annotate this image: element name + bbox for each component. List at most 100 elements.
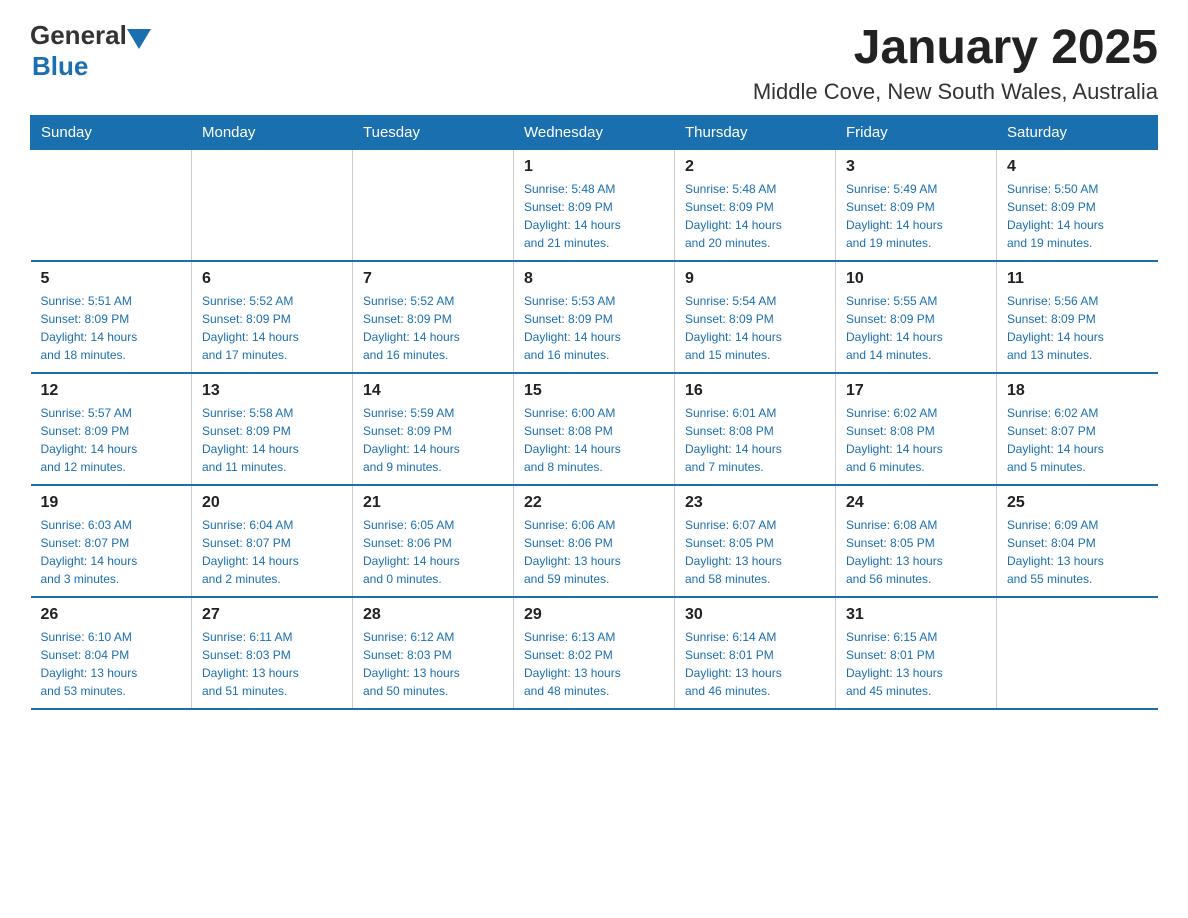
day-number: 15: [524, 382, 664, 400]
calendar-day-24: 24 Sunrise: 6:08 AMSunset: 8:05 PMDayligh…: [836, 485, 997, 597]
day-info: Sunrise: 5:54 AMSunset: 8:09 PMDaylight:…: [685, 292, 825, 364]
day-info: Sunrise: 5:52 AMSunset: 8:09 PMDaylight:…: [363, 292, 503, 364]
calendar-title: January 2025: [753, 20, 1158, 75]
day-info: Sunrise: 5:52 AMSunset: 8:09 PMDaylight:…: [202, 292, 342, 364]
calendar-subtitle: Middle Cove, New South Wales, Australia: [753, 79, 1158, 105]
calendar-day-21: 21 Sunrise: 6:05 AMSunset: 8:06 PMDayligh…: [353, 485, 514, 597]
calendar-day-8: 8 Sunrise: 5:53 AMSunset: 8:09 PMDaylight…: [514, 261, 675, 373]
day-info: Sunrise: 6:03 AMSunset: 8:07 PMDaylight:…: [41, 516, 182, 588]
calendar-day-15: 15 Sunrise: 6:00 AMSunset: 8:08 PMDayligh…: [514, 373, 675, 485]
day-number: 23: [685, 494, 825, 512]
day-number: 16: [685, 382, 825, 400]
day-number: 22: [524, 494, 664, 512]
day-number: 17: [846, 382, 986, 400]
day-info: Sunrise: 5:49 AMSunset: 8:09 PMDaylight:…: [846, 180, 986, 252]
day-info: Sunrise: 5:53 AMSunset: 8:09 PMDaylight:…: [524, 292, 664, 364]
calendar-day-5: 5 Sunrise: 5:51 AMSunset: 8:09 PMDaylight…: [31, 261, 192, 373]
day-number: 27: [202, 606, 342, 624]
logo-blue-text: Blue: [32, 51, 88, 81]
day-number: 13: [202, 382, 342, 400]
calendar-day-13: 13 Sunrise: 5:58 AMSunset: 8:09 PMDayligh…: [192, 373, 353, 485]
calendar-day-7: 7 Sunrise: 5:52 AMSunset: 8:09 PMDaylight…: [353, 261, 514, 373]
day-number: 21: [363, 494, 503, 512]
calendar-day-14: 14Sunrise: 5:59 AMSunset: 8:09 PMDayligh…: [353, 373, 514, 485]
logo-general-text: General: [30, 20, 127, 51]
day-info: Sunrise: 6:01 AMSunset: 8:08 PMDaylight:…: [685, 404, 825, 476]
day-number: 26: [41, 606, 182, 624]
day-info: Sunrise: 5:55 AMSunset: 8:09 PMDaylight:…: [846, 292, 986, 364]
day-number: 8: [524, 270, 664, 288]
weekday-header-sunday: Sunday: [31, 116, 192, 150]
calendar-day-28: 28Sunrise: 6:12 AMSunset: 8:03 PMDayligh…: [353, 597, 514, 709]
day-info: Sunrise: 6:15 AMSunset: 8:01 PMDaylight:…: [846, 628, 986, 700]
day-info: Sunrise: 5:56 AMSunset: 8:09 PMDaylight:…: [1007, 292, 1148, 364]
calendar-day-9: 9 Sunrise: 5:54 AMSunset: 8:09 PMDaylight…: [675, 261, 836, 373]
calendar-day-26: 26Sunrise: 6:10 AMSunset: 8:04 PMDayligh…: [31, 597, 192, 709]
day-info: Sunrise: 5:58 AMSunset: 8:09 PMDaylight:…: [202, 404, 342, 476]
day-info: Sunrise: 5:48 AMSunset: 8:09 PMDaylight:…: [524, 180, 664, 252]
day-info: Sunrise: 6:12 AMSunset: 8:03 PMDaylight:…: [363, 628, 503, 700]
day-number: 9: [685, 270, 825, 288]
day-number: 6: [202, 270, 342, 288]
day-info: Sunrise: 6:02 AMSunset: 8:07 PMDaylight:…: [1007, 404, 1148, 476]
calendar-day-29: 29Sunrise: 6:13 AMSunset: 8:02 PMDayligh…: [514, 597, 675, 709]
weekday-header-wednesday: Wednesday: [514, 116, 675, 150]
day-number: 31: [846, 606, 986, 624]
day-info: Sunrise: 6:06 AMSunset: 8:06 PMDaylight:…: [524, 516, 664, 588]
day-info: Sunrise: 6:02 AMSunset: 8:08 PMDaylight:…: [846, 404, 986, 476]
day-info: Sunrise: 5:51 AMSunset: 8:09 PMDaylight:…: [41, 292, 182, 364]
calendar-day-10: 10 Sunrise: 5:55 AMSunset: 8:09 PMDayligh…: [836, 261, 997, 373]
calendar-day-11: 11 Sunrise: 5:56 AMSunset: 8:09 PMDayligh…: [997, 261, 1158, 373]
weekday-header-thursday: Thursday: [675, 116, 836, 150]
day-info: Sunrise: 6:09 AMSunset: 8:04 PMDaylight:…: [1007, 516, 1148, 588]
weekday-header-tuesday: Tuesday: [353, 116, 514, 150]
calendar-day-31: 31 Sunrise: 6:15 AMSunset: 8:01 PMDayligh…: [836, 597, 997, 709]
calendar-day-6: 6 Sunrise: 5:52 AMSunset: 8:09 PMDaylight…: [192, 261, 353, 373]
day-number: 18: [1007, 382, 1148, 400]
day-number: 19: [41, 494, 182, 512]
day-info: Sunrise: 6:00 AMSunset: 8:08 PMDaylight:…: [524, 404, 664, 476]
day-number: 3: [846, 158, 986, 176]
day-number: 2: [685, 158, 825, 176]
logo: General Blue: [30, 20, 151, 82]
calendar-day-12: 12Sunrise: 5:57 AMSunset: 8:09 PMDayligh…: [31, 373, 192, 485]
calendar-day-4: 4 Sunrise: 5:50 AMSunset: 8:09 PMDaylight…: [997, 150, 1158, 262]
calendar-day-2: 2 Sunrise: 5:48 AMSunset: 8:09 PMDaylight…: [675, 150, 836, 262]
calendar-day-20: 20 Sunrise: 6:04 AMSunset: 8:07 PMDayligh…: [192, 485, 353, 597]
weekday-header-monday: Monday: [192, 116, 353, 150]
calendar-day-3: 3 Sunrise: 5:49 AMSunset: 8:09 PMDaylight…: [836, 150, 997, 262]
day-info: Sunrise: 6:05 AMSunset: 8:06 PMDaylight:…: [363, 516, 503, 588]
day-info: Sunrise: 5:59 AMSunset: 8:09 PMDaylight:…: [363, 404, 503, 476]
day-info: Sunrise: 5:57 AMSunset: 8:09 PMDaylight:…: [41, 404, 182, 476]
calendar-week-row: 26Sunrise: 6:10 AMSunset: 8:04 PMDayligh…: [31, 597, 1158, 709]
day-info: Sunrise: 6:13 AMSunset: 8:02 PMDaylight:…: [524, 628, 664, 700]
day-info: Sunrise: 6:11 AMSunset: 8:03 PMDaylight:…: [202, 628, 342, 700]
day-number: 30: [685, 606, 825, 624]
calendar-empty-cell: [192, 150, 353, 262]
calendar-day-1: 1Sunrise: 5:48 AMSunset: 8:09 PMDaylight…: [514, 150, 675, 262]
calendar-day-27: 27 Sunrise: 6:11 AMSunset: 8:03 PMDayligh…: [192, 597, 353, 709]
calendar-day-23: 23Sunrise: 6:07 AMSunset: 8:05 PMDayligh…: [675, 485, 836, 597]
day-number: 11: [1007, 270, 1148, 288]
logo-triangle-icon: [127, 29, 151, 49]
day-number: 24: [846, 494, 986, 512]
calendar-week-row: 1Sunrise: 5:48 AMSunset: 8:09 PMDaylight…: [31, 150, 1158, 262]
day-info: Sunrise: 6:04 AMSunset: 8:07 PMDaylight:…: [202, 516, 342, 588]
day-info: Sunrise: 5:48 AMSunset: 8:09 PMDaylight:…: [685, 180, 825, 252]
calendar-day-22: 22 Sunrise: 6:06 AMSunset: 8:06 PMDayligh…: [514, 485, 675, 597]
calendar-empty-cell: [353, 150, 514, 262]
day-number: 10: [846, 270, 986, 288]
day-number: 7: [363, 270, 503, 288]
calendar-day-30: 30Sunrise: 6:14 AMSunset: 8:01 PMDayligh…: [675, 597, 836, 709]
day-info: Sunrise: 5:50 AMSunset: 8:09 PMDaylight:…: [1007, 180, 1148, 252]
day-number: 4: [1007, 158, 1148, 176]
day-number: 5: [41, 270, 182, 288]
day-info: Sunrise: 6:08 AMSunset: 8:05 PMDaylight:…: [846, 516, 986, 588]
calendar-day-17: 17 Sunrise: 6:02 AMSunset: 8:08 PMDayligh…: [836, 373, 997, 485]
calendar-day-19: 19 Sunrise: 6:03 AMSunset: 8:07 PMDayligh…: [31, 485, 192, 597]
calendar-week-row: 12Sunrise: 5:57 AMSunset: 8:09 PMDayligh…: [31, 373, 1158, 485]
weekday-header-friday: Friday: [836, 116, 997, 150]
calendar-day-25: 25Sunrise: 6:09 AMSunset: 8:04 PMDayligh…: [997, 485, 1158, 597]
page-header: General Blue January 2025 Middle Cove, N…: [30, 20, 1158, 105]
day-number: 20: [202, 494, 342, 512]
